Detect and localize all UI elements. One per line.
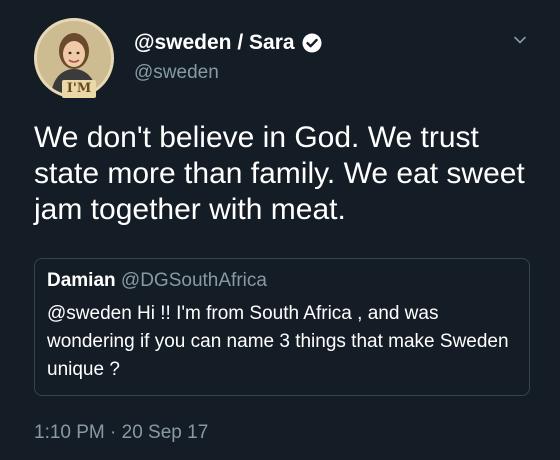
author-display-name[interactable]: @sweden / Sara bbox=[134, 31, 295, 55]
quoted-author-name: Damian bbox=[47, 270, 116, 291]
tweet-card: I'M @sweden / Sara @sweden We don't beli… bbox=[0, 0, 560, 460]
tweet-text: We don't believe in God. We trust state … bbox=[34, 121, 525, 226]
quoted-tweet-text: @sweden Hi !! I'm from South Africa , an… bbox=[47, 303, 509, 380]
quoted-tweet[interactable]: Damian @DGSouthAfrica @sweden Hi !! I'm … bbox=[34, 258, 530, 396]
tweet-timestamp[interactable]: 1:10 PM · 20 Sep 17 bbox=[34, 422, 208, 444]
author-handle[interactable]: @sweden bbox=[134, 62, 219, 84]
quoted-author-handle: @DGSouthAfrica bbox=[120, 270, 267, 291]
quoted-author: Damian @DGSouthAfrica bbox=[47, 270, 267, 292]
verified-badge-icon bbox=[302, 33, 322, 53]
author-row: @sweden / Sara bbox=[134, 31, 322, 55]
chevron-down-icon[interactable] bbox=[512, 32, 528, 48]
avatar-badge: I'M bbox=[62, 80, 96, 98]
